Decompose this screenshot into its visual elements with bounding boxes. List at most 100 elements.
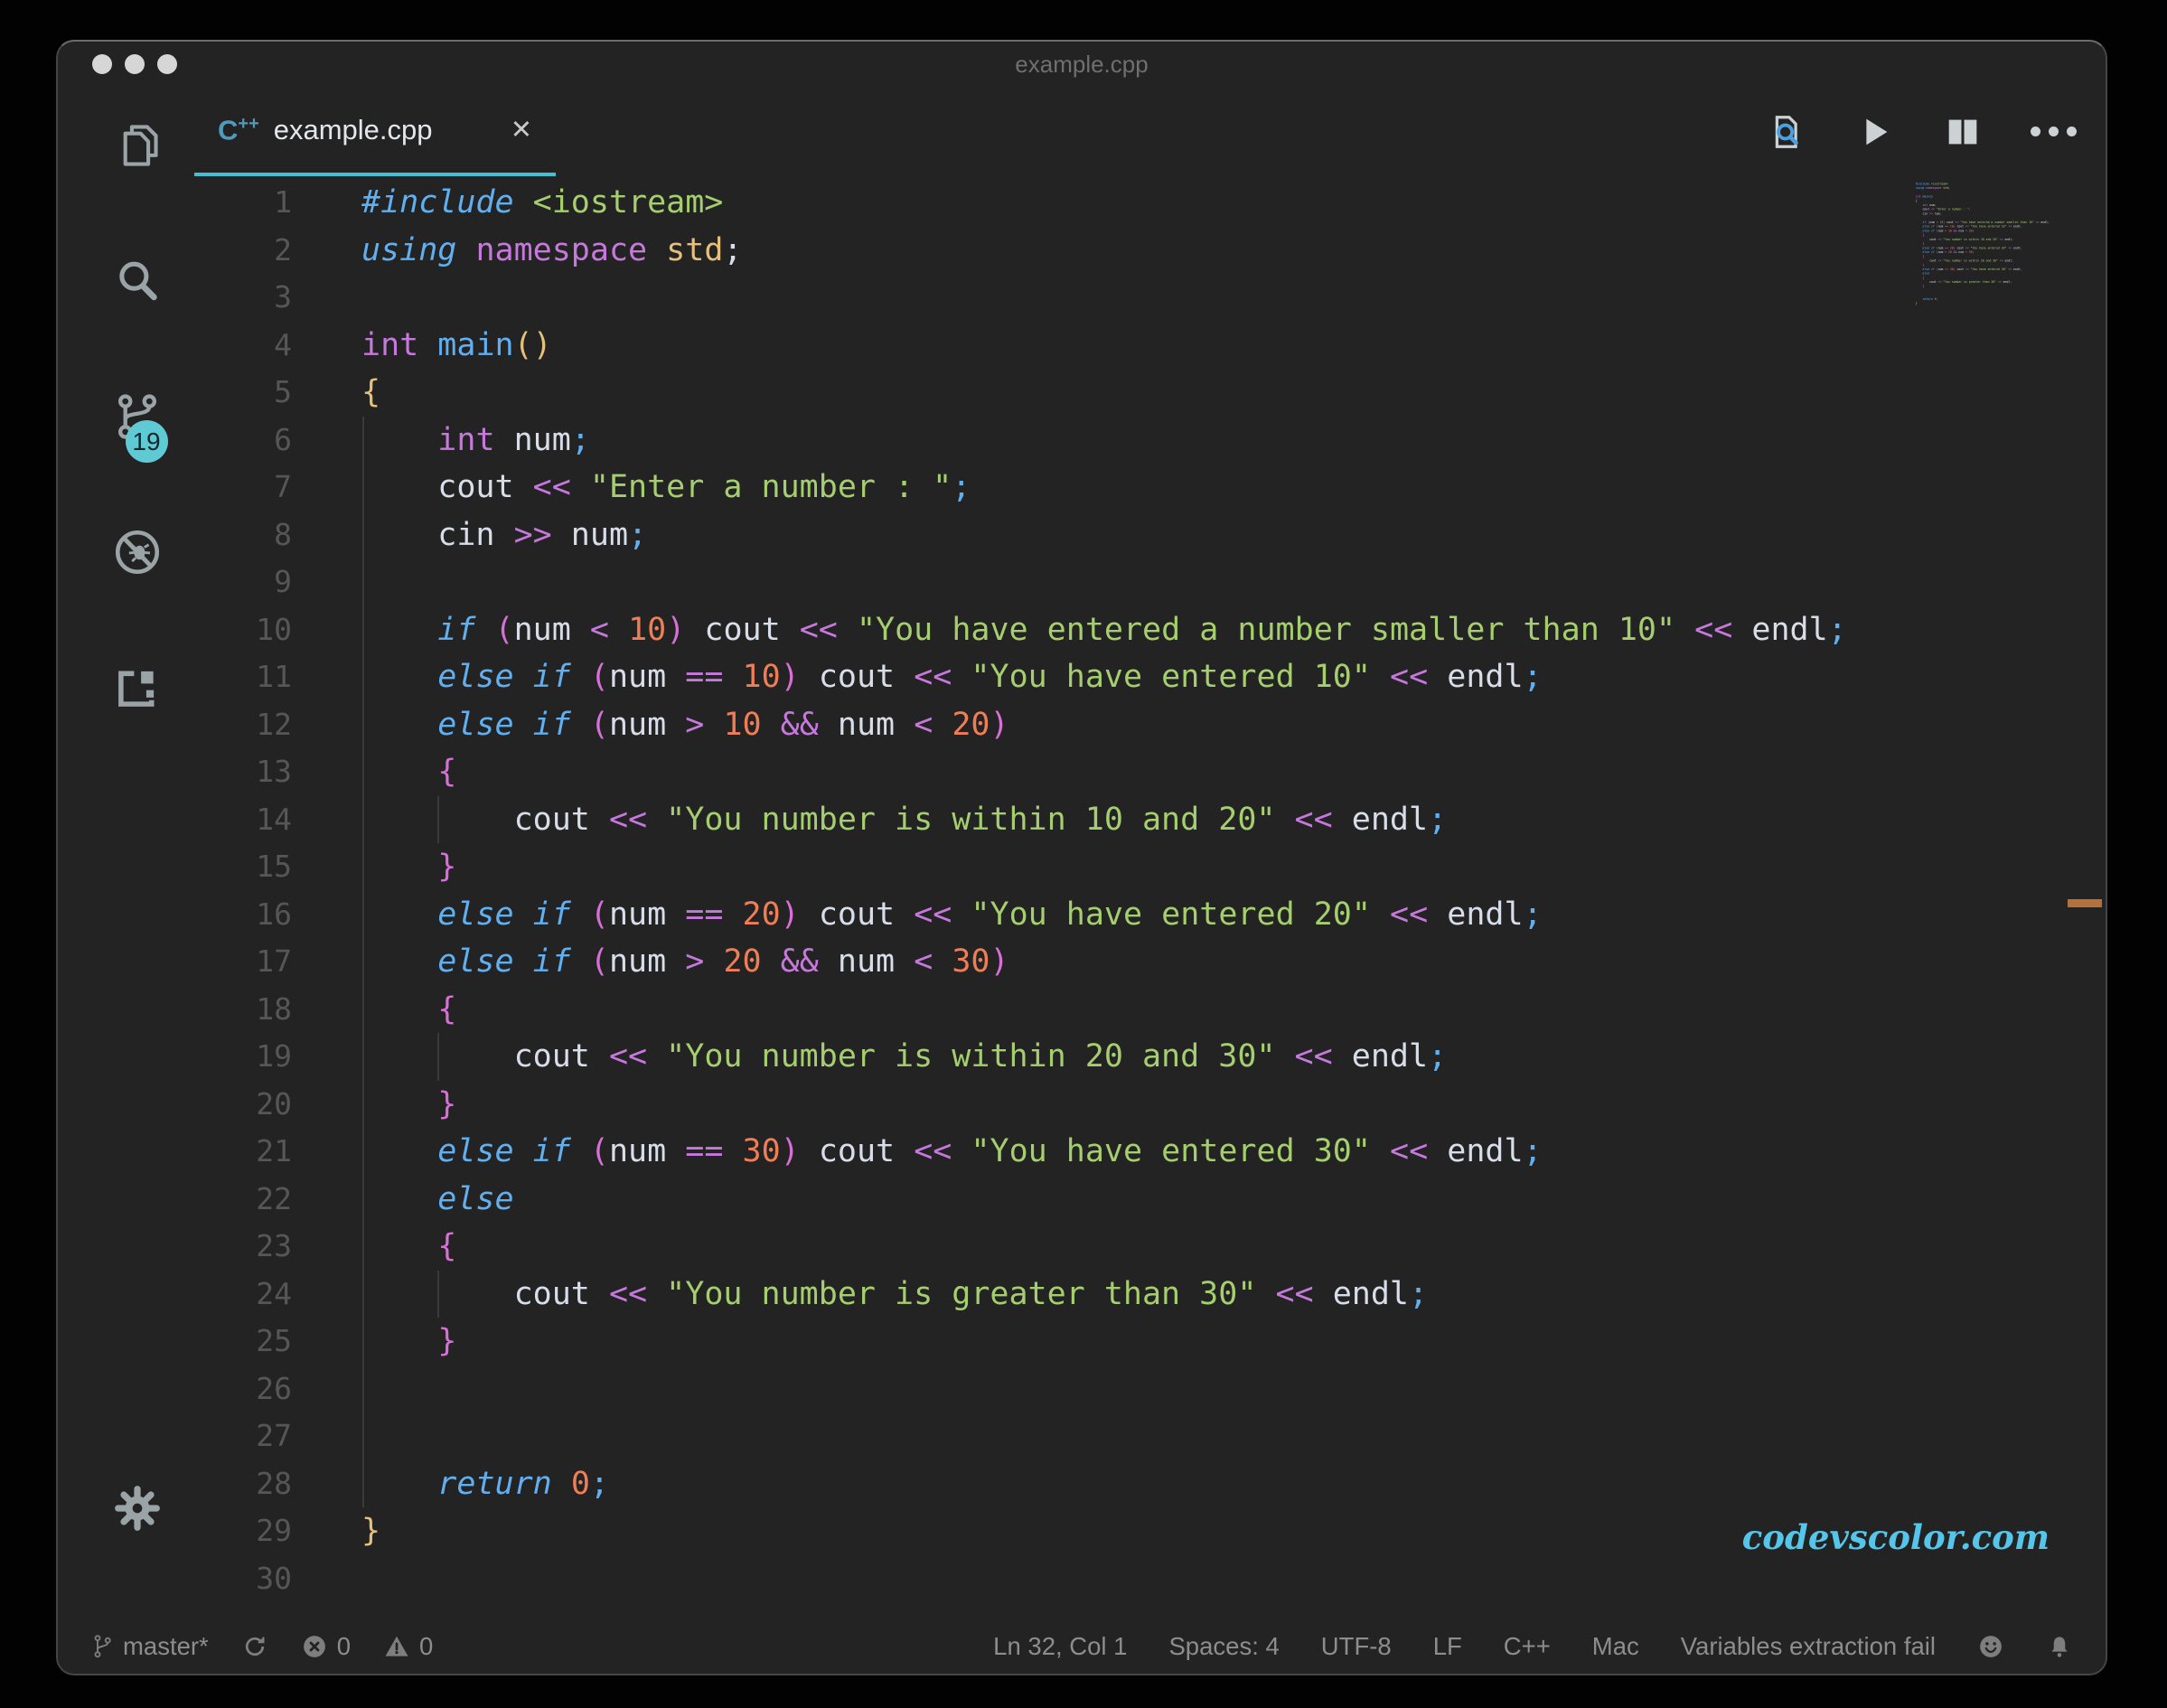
code-line[interactable]: 1 #include <iostream>: [194, 179, 2106, 227]
line-number: 1: [274, 184, 292, 220]
line-number: 21: [256, 1133, 292, 1168]
line-number: 5: [274, 374, 292, 409]
line-number: 22: [256, 1180, 292, 1216]
code-line[interactable]: 6 int num;: [194, 417, 2106, 465]
line-number: 30: [256, 1560, 292, 1596]
line-number: 17: [256, 943, 292, 979]
extensions-icon[interactable]: [111, 662, 164, 714]
zoom-window-button[interactable]: [157, 54, 177, 74]
code-line[interactable]: 12 else if (num > 10 && num < 20): [194, 701, 2106, 749]
code-line[interactable]: 3: [194, 274, 2106, 322]
code-lines: 1 #include <iostream> 2 using namespace std…: [194, 176, 2106, 1602]
line-number: 9: [274, 564, 292, 599]
code-line[interactable]: 30: [194, 1555, 2106, 1603]
status-platform[interactable]: Mac: [1592, 1632, 1639, 1661]
explorer-files-icon[interactable]: [111, 119, 164, 172]
window-title: example.cpp: [1015, 50, 1149, 78]
line-number: 6: [274, 421, 292, 457]
scm-badge: 19: [125, 420, 168, 463]
line-number: 2: [274, 231, 292, 267]
code-line[interactable]: 14 cout << "You number is within 10 and …: [194, 796, 2106, 844]
status-cursor-position[interactable]: Ln 32, Col 1: [993, 1632, 1127, 1661]
code-line[interactable]: 18 {: [194, 986, 2106, 1034]
debug-disabled-icon[interactable]: [111, 526, 164, 578]
tab-bar: C++ example.cpp ✕: [194, 87, 2106, 176]
indent-guide: [437, 795, 439, 843]
more-actions-icon[interactable]: [2031, 127, 2077, 136]
status-warnings-count: 0: [419, 1632, 434, 1660]
line-number: 23: [256, 1228, 292, 1263]
activity-bar: 19: [58, 87, 194, 1619]
code-line[interactable]: 15 }: [194, 843, 2106, 891]
warning-icon: [383, 1633, 410, 1660]
split-editor-icon[interactable]: [1942, 111, 1984, 153]
code-line[interactable]: 19 cout << "You number is within 20 and …: [194, 1033, 2106, 1081]
line-number: 15: [256, 849, 292, 884]
indent-guide: [437, 1033, 439, 1081]
code-line[interactable]: 21 else if (num == 30) cout << "You have…: [194, 1128, 2106, 1176]
notifications-bell-icon[interactable]: [2046, 1633, 2073, 1660]
line-number: 19: [256, 1038, 292, 1074]
close-window-button[interactable]: [92, 54, 112, 74]
search-in-file-icon[interactable]: [1765, 111, 1806, 153]
code-line[interactable]: 17 else if (num > 20 && num < 30): [194, 938, 2106, 986]
status-language[interactable]: C++: [1504, 1632, 1551, 1661]
code-line[interactable]: 8 cin >> num;: [194, 511, 2106, 559]
tab-example-cpp[interactable]: C++ example.cpp ✕: [194, 87, 556, 176]
search-icon[interactable]: [111, 255, 164, 307]
status-sync-button[interactable]: [241, 1633, 268, 1660]
code-line[interactable]: 2 using namespace std;: [194, 227, 2106, 275]
code-line[interactable]: 24 cout << "You number is greater than 3…: [194, 1271, 2106, 1319]
status-encoding[interactable]: UTF-8: [1321, 1632, 1392, 1661]
line-number: 3: [274, 279, 292, 314]
vscode-window: example.cpp 19 C++ example.cpp ✕ 1 #incl…: [56, 40, 2107, 1675]
status-errors[interactable]: 0: [301, 1632, 351, 1661]
status-indentation[interactable]: Spaces: 4: [1168, 1632, 1279, 1661]
minimize-window-button[interactable]: [125, 54, 145, 74]
tab-close-icon[interactable]: ✕: [511, 114, 532, 145]
run-icon[interactable]: [1853, 111, 1895, 153]
status-errors-count: 0: [336, 1632, 352, 1660]
code-line[interactable]: 26: [194, 1365, 2106, 1413]
code-line[interactable]: 9: [194, 558, 2106, 606]
code-line[interactable]: 28 return 0;: [194, 1460, 2106, 1508]
code-line[interactable]: 10 if (num < 10) cout << "You have enter…: [194, 606, 2106, 654]
line-number: 27: [256, 1418, 292, 1453]
watermark: codevscolor.com: [1741, 1517, 2050, 1557]
code-line[interactable]: 11 else if (num == 10) cout << "You have…: [194, 653, 2106, 701]
status-eol[interactable]: LF: [1433, 1632, 1462, 1661]
minimap[interactable]: #include <iostream> using namespace std; i…: [1909, 182, 2059, 331]
code-line[interactable]: 16 else if (num == 20) cout << "You have…: [194, 891, 2106, 939]
status-bar: master* 0 0 Ln 32, Col 1 Spaces: 4 UTF-8…: [58, 1619, 2106, 1674]
source-control-icon[interactable]: 19: [111, 390, 168, 463]
code-editor[interactable]: 1 #include <iostream> 2 using namespace std…: [194, 176, 2106, 1619]
code-line[interactable]: 22 else: [194, 1176, 2106, 1224]
code-line[interactable]: 7 cout << "Enter a number : ";: [194, 464, 2106, 511]
code-line[interactable]: 27: [194, 1412, 2106, 1460]
indent-guide: [437, 1270, 439, 1318]
code-line[interactable]: 25 }: [194, 1318, 2106, 1365]
feedback-smiley-icon[interactable]: [1977, 1633, 2004, 1660]
status-warnings[interactable]: 0: [383, 1632, 433, 1661]
line-number: 13: [256, 754, 292, 789]
line-number: 16: [256, 896, 292, 932]
status-branch[interactable]: master*: [90, 1632, 209, 1661]
code-line[interactable]: 13 {: [194, 748, 2106, 796]
line-number: 24: [256, 1275, 292, 1311]
settings-gear-icon[interactable]: [111, 1482, 164, 1534]
code-line[interactable]: 4 int main(): [194, 322, 2106, 370]
code-line[interactable]: 23 {: [194, 1223, 2106, 1271]
line-number: 11: [256, 659, 292, 694]
line-number: 4: [274, 326, 292, 362]
code-line[interactable]: 5{: [194, 369, 2106, 417]
line-number: 14: [256, 801, 292, 837]
line-number: 29: [256, 1513, 292, 1548]
title-bar: example.cpp: [58, 42, 2106, 87]
line-number: 12: [256, 706, 292, 742]
traffic-lights: [92, 54, 177, 74]
line-number: 25: [256, 1323, 292, 1358]
status-message[interactable]: Variables extraction fail: [1681, 1632, 1936, 1661]
code-line[interactable]: 20 }: [194, 1081, 2106, 1129]
line-number: 7: [274, 469, 292, 504]
